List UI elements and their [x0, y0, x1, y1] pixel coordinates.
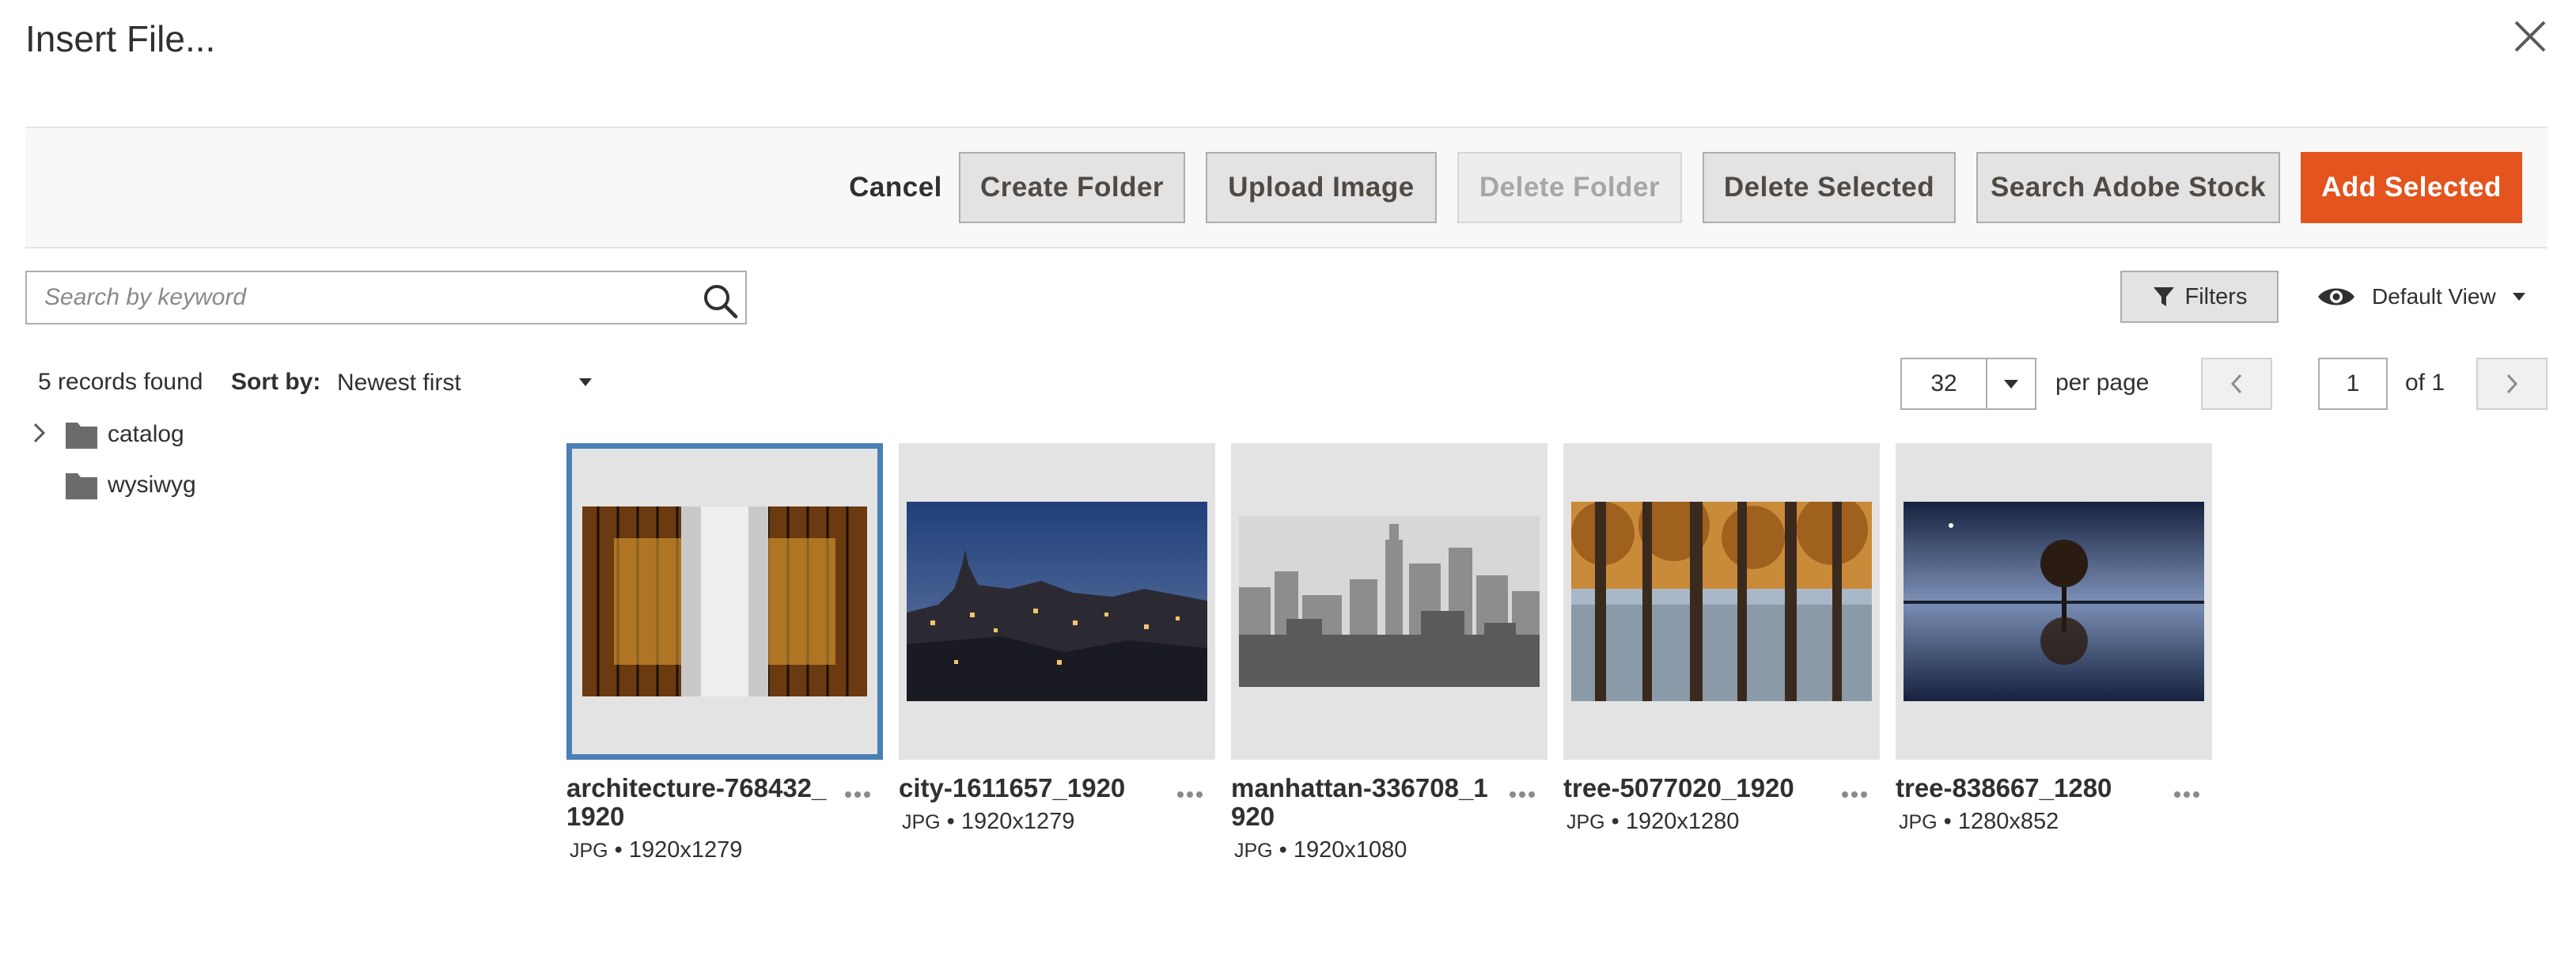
image-format: JPG	[570, 840, 608, 862]
close-button[interactable]	[2508, 14, 2552, 59]
view-label: Default View	[2372, 284, 2496, 309]
image-meta: JPG • 1920x1279	[902, 809, 1075, 834]
city-image	[907, 502, 1207, 701]
records-count: 5 records found	[38, 369, 203, 395]
image-meta: JPG • 1920x1280	[1566, 809, 1740, 834]
per-page-toggle[interactable]	[1986, 359, 2035, 408]
folder-icon	[66, 423, 97, 449]
chevron-down-icon	[2512, 293, 2525, 301]
folder-icon	[66, 473, 97, 499]
current-page-input[interactable]	[2318, 358, 2388, 410]
filters-button[interactable]: Filters	[2120, 271, 2279, 323]
sort-value: Newest first	[337, 370, 461, 396]
image-thumbnail[interactable]	[1563, 443, 1880, 760]
next-page-button[interactable]	[2476, 358, 2548, 410]
add-selected-button[interactable]: Add Selected	[2301, 152, 2522, 223]
tree-item-wysiwyg[interactable]: wysiwyg	[65, 470, 196, 500]
more-actions-icon[interactable]	[2174, 788, 2203, 801]
view-switcher[interactable]: Default View	[2317, 275, 2526, 318]
total-pages-label: of 1	[2405, 370, 2445, 396]
image-thumbnail[interactable]	[899, 443, 1215, 760]
tree-item-label: catalog	[108, 421, 184, 447]
image-meta: JPG • 1280x852	[1899, 809, 2059, 834]
more-actions-icon[interactable]	[1510, 788, 1538, 801]
create-folder-button[interactable]: Create Folder	[959, 152, 1185, 223]
image-thumbnail[interactable]	[566, 443, 883, 760]
delete-selected-button[interactable]: Delete Selected	[1703, 152, 1956, 223]
search-adobe-stock-button[interactable]: Search Adobe Stock	[1976, 152, 2280, 223]
image-format: JPG	[1899, 811, 1938, 833]
search-icon[interactable]	[701, 282, 739, 320]
tree-item-label: wysiwyg	[108, 472, 196, 498]
per-page-select[interactable]: 32	[1900, 358, 2036, 410]
cancel-button[interactable]: Cancel	[824, 152, 967, 223]
manhattan-image	[1239, 516, 1540, 687]
image-dimensions: 1920x1279	[960, 809, 1075, 834]
lone-tree-image	[1904, 502, 2204, 701]
image-name: tree-838667_1280	[1896, 773, 2112, 802]
image-name: city-1611657_1920	[899, 773, 1126, 802]
action-toolbar: Cancel Create Folder Upload Image Delete…	[25, 127, 2548, 248]
image-dimensions: 1920x1080	[1293, 837, 1407, 863]
forest-image	[1571, 502, 1872, 701]
per-page-value: 32	[1930, 370, 1957, 396]
expand-arrow-icon[interactable]	[30, 421, 49, 445]
dropdown-caret-icon	[2004, 379, 2018, 389]
image-format: JPG	[1566, 811, 1605, 833]
eye-icon	[2318, 288, 2354, 305]
filter-icon	[2153, 287, 2174, 306]
image-format: JPG	[1234, 840, 1273, 862]
image-thumbnail[interactable]	[1231, 443, 1547, 760]
more-actions-icon[interactable]	[1842, 788, 1870, 801]
close-icon	[2514, 21, 2546, 52]
chevron-right-icon	[2506, 374, 2518, 394]
image-thumbnail[interactable]	[1896, 443, 2212, 760]
upload-image-button[interactable]: Upload Image	[1206, 152, 1437, 223]
delete-folder-button[interactable]: Delete Folder	[1457, 152, 1682, 223]
more-actions-icon[interactable]	[1177, 788, 1206, 801]
image-dimensions: 1920x1280	[1625, 809, 1740, 834]
image-name: architecture-768432_1920	[566, 773, 827, 831]
search-box	[25, 271, 747, 324]
image-name: manhattan-336708_1920	[1231, 773, 1488, 831]
image-dimensions: 1920x1279	[628, 837, 743, 863]
image-meta: JPG • 1920x1080	[1234, 837, 1407, 863]
dropdown-caret-icon	[579, 378, 592, 386]
chevron-left-icon	[2230, 374, 2242, 394]
image-name: tree-5077020_1920	[1563, 773, 1794, 802]
image-dimensions: 1280x852	[1957, 809, 2059, 834]
filters-label: Filters	[2184, 283, 2248, 309]
sort-label: Sort by:	[231, 369, 321, 395]
more-actions-icon[interactable]	[845, 788, 873, 801]
per-page-label: per page	[2055, 370, 2150, 396]
image-meta: JPG • 1920x1279	[570, 837, 743, 863]
tree-item-catalog[interactable]: catalog	[65, 419, 184, 450]
architecture-image	[582, 506, 867, 696]
modal-title: Insert File...	[25, 18, 216, 59]
sort-select[interactable]: Newest first	[326, 361, 603, 405]
image-format: JPG	[902, 811, 941, 833]
previous-page-button[interactable]	[2201, 358, 2272, 410]
search-input[interactable]	[27, 272, 676, 323]
